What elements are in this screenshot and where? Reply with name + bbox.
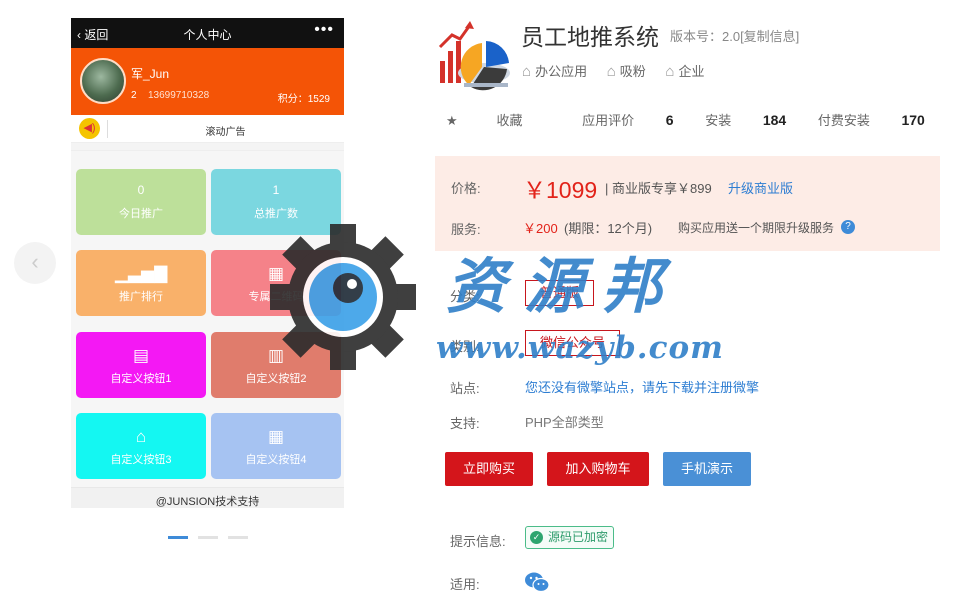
encrypted-text: 源码已加密 [548, 530, 609, 544]
check-icon: ✓ [530, 531, 543, 544]
bar-chart-icon: ▁▃▅▇ [114, 264, 168, 284]
book-icon: ▤ [132, 345, 150, 365]
slide-dot-3[interactable] [228, 536, 248, 539]
tag-label: 企业 [678, 64, 705, 79]
service-note: 购买应用送一个期限升级服务 [678, 221, 835, 235]
upgrade-link[interactable]: 升级商业版 [728, 178, 793, 197]
slide-dot-1[interactable] [168, 536, 188, 539]
help-icon[interactable]: ? [841, 220, 855, 234]
product-version[interactable]: 版本号：2.0[复制信息] [670, 26, 799, 45]
watermark-text: 资源邦 [446, 252, 680, 322]
tag-enterprise[interactable]: ⌂ 企业 [665, 61, 704, 80]
favorite-button[interactable]: ★ 收藏 [446, 113, 551, 128]
tag-icon: ⌂ [522, 63, 532, 80]
calendar-icon: ▦ [267, 426, 285, 446]
phone-gap [71, 143, 344, 151]
service-label: 服务: [451, 222, 481, 237]
profile-points: 积分：1529 [277, 94, 330, 105]
phone-ad-bar: ◀) 滚动广告 [71, 115, 344, 143]
slide-indicators [168, 527, 258, 542]
tip-label: 提示信息: [450, 534, 506, 549]
price-value: ￥1099 [523, 177, 598, 203]
rating-stat[interactable]: 应用评价 6 [582, 112, 674, 128]
slide-dot-2[interactable] [198, 536, 218, 539]
add-to-cart-button[interactable]: 加入购物车 [547, 452, 649, 486]
tag-icon: ⌂ [665, 63, 675, 80]
support-value: PHP全部类型 [525, 415, 604, 430]
paid-label: 付费安装 [817, 113, 870, 128]
encrypted-badge: ✓ 源码已加密 [525, 526, 615, 549]
product-title: 员工地推系统 [521, 24, 659, 50]
tile-label: 自定义按钮3 [110, 453, 172, 466]
install-stat: 安装 184 [705, 112, 787, 128]
tile-value: 0 [137, 183, 145, 197]
tile-custom-3: ⌂ 自定义按钮3 [76, 412, 206, 479]
paid-stat: 付费安装 170 [817, 112, 925, 128]
app-chart-icon [434, 17, 512, 95]
price-box: 价格: ￥1099 | 商业版专享￥899 升级商业版 服务: ￥200 (期限… [435, 156, 940, 251]
phone-footer: @JUNSION技术支持 [71, 487, 344, 508]
ad-text: 滚动广告 [205, 127, 246, 138]
mobile-demo-button[interactable]: 手机演示 [663, 452, 751, 486]
phone-profile: 军_Jun 2 13699710328 积分：1529 [71, 48, 344, 115]
support-label: 支持: [450, 416, 480, 431]
apply-label: 适用: [450, 577, 480, 592]
tile-ranking: ▁▃▅▇ 推广排行 [76, 250, 206, 317]
product-tags: ⌂ 办公应用 ⌂ 吸粉 ⌂ 企业 [522, 61, 720, 80]
buy-now-button[interactable]: 立即购买 [445, 452, 533, 486]
speaker-icon: ◀) [79, 118, 100, 139]
paid-value: 170 [901, 112, 925, 128]
tile-today: 0 今日推广 [76, 169, 206, 235]
phone-title: 个人中心 [183, 28, 232, 42]
tag-label: 吸粉 [619, 64, 646, 79]
tag-office[interactable]: ⌂ 办公应用 [522, 61, 587, 80]
star-icon: ★ [446, 113, 458, 128]
gallery-prev-button[interactable]: ‹ [14, 242, 56, 284]
watermark-url: www.wazyb.com [436, 330, 724, 366]
tile-custom-1: ▤ 自定义按钮1 [76, 331, 206, 398]
rating-value: 6 [665, 112, 674, 128]
site-link[interactable]: 您还没有微擎站点，请先下载并注册微擎 [525, 377, 759, 396]
watermark-gear-icon [270, 224, 416, 370]
profile-name: 军_Jun [131, 67, 170, 81]
tile-label: 推广排行 [119, 291, 163, 304]
avatar [80, 58, 126, 104]
site-label: 站点: [450, 381, 480, 396]
phone-header: ‹ 返回 个人中心 ••• [71, 18, 344, 48]
service-term: (期限：12个月) [564, 221, 653, 236]
favorite-label: 收藏 [496, 113, 523, 128]
tile-label: 总推广数 [254, 208, 298, 220]
profile-phone: 13699710328 [148, 90, 210, 101]
tag-fans[interactable]: ⌂ 吸粉 [607, 61, 646, 80]
chevron-left-icon: ‹ [31, 249, 39, 274]
rating-label: 应用评价 [582, 113, 635, 128]
bank-icon: ⌂ [135, 426, 147, 446]
install-value: 184 [762, 112, 787, 128]
tag-label: 办公应用 [535, 64, 588, 79]
tile-label: 自定义按钮2 [245, 372, 307, 385]
tile-label: 今日推广 [119, 208, 163, 220]
price-label: 价格: [451, 181, 481, 196]
profile-level: 2 [131, 90, 137, 101]
more-dots-icon: ••• [314, 21, 334, 38]
wechat-icon [525, 572, 550, 593]
install-label: 安装 [705, 113, 732, 128]
tile-label: 自定义按钮1 [110, 372, 172, 385]
tag-icon: ⌂ [606, 63, 616, 80]
pro-price: | 商业版专享￥899 [605, 181, 712, 196]
tile-label: 自定义按钮4 [245, 453, 307, 466]
tile-custom-4: ▦ 自定义按钮4 [211, 412, 341, 479]
service-price: ￥200 [523, 221, 558, 236]
product-stats: ★ 收藏 应用评价 6 安装 184 付费安装 170 [446, 110, 953, 129]
tile-value: 1 [272, 183, 280, 197]
